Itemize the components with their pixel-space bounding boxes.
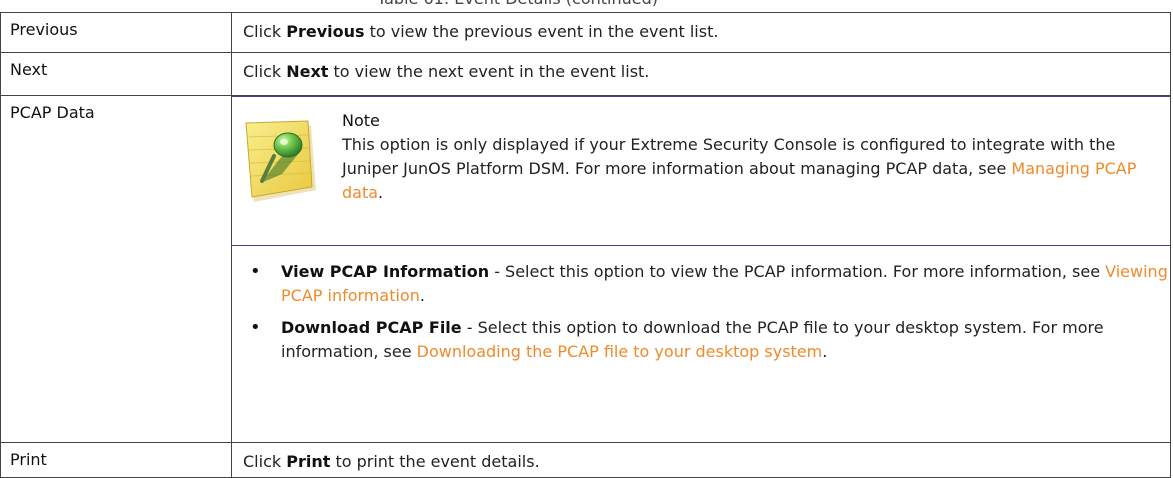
bullet-marker: • (250, 261, 261, 282)
row-label: Print (0, 442, 232, 478)
event-details-table: Previous Click Previous to view the prev… (0, 12, 1171, 478)
view-pcap-information-term: View PCAP Information (281, 262, 490, 281)
note-title: Note (342, 111, 380, 130)
sticky-note-pushpin-icon (245, 120, 316, 202)
list-period: . (419, 286, 425, 305)
next-term: Next (286, 62, 329, 81)
note-body: This option is only displayed if your Ex… (342, 135, 1116, 178)
desc-text: to view the previous event in the event … (364, 22, 719, 41)
table-row-print: Print Click Print to print the event det… (0, 442, 1171, 478)
row-description: Note This option is only displayed if yo… (231, 95, 1171, 443)
desc-text: Click (243, 22, 287, 41)
desc-text: Click (243, 62, 287, 81)
row-description: Click Next to view the next event in the… (231, 52, 1171, 96)
clipped-table-caption: Table 61: Event Details (continued) (0, 0, 1173, 12)
note-box: Note This option is only displayed if yo… (232, 96, 1170, 246)
desc-text: to view the next event in the event list… (328, 62, 650, 81)
table-row-next: Next Click Next to view the next event i… (0, 52, 1171, 96)
table-row-previous: Previous Click Previous to view the prev… (0, 12, 1171, 53)
pcap-options-list: • View PCAP Information - Select this opt… (243, 260, 1168, 364)
list-text: - Select this option to view the PCAP in… (489, 262, 1106, 281)
page: Table 61: Event Details (continued) Prev… (0, 0, 1173, 478)
row-description: Click Previous to view the previous even… (231, 12, 1171, 53)
note-text: This option is only displayed if your Ex… (342, 133, 1162, 205)
table-caption: Table 61: Event Details (continued) (377, 0, 658, 8)
bullet-marker: • (250, 317, 261, 338)
table-row-pcap-data: PCAP Data Note This option is only displ… (0, 95, 1171, 443)
row-label: Previous (0, 12, 232, 53)
downloading-pcap-file-link[interactable]: Downloading the PCAP file to your deskto… (417, 342, 823, 361)
row-label: PCAP Data (0, 95, 232, 443)
row-label: Next (0, 52, 232, 96)
note-period: . (378, 183, 384, 202)
download-pcap-file-term: Download PCAP File (281, 318, 462, 337)
previous-term: Previous (286, 22, 365, 41)
row-description: Click Print to print the event details. (231, 442, 1171, 478)
list-item-view-pcap-information: • View PCAP Information - Select this opt… (243, 260, 1173, 308)
list-item-download-pcap-file: • Download PCAP File - Select this option… (243, 316, 1173, 364)
list-period: . (822, 342, 828, 361)
